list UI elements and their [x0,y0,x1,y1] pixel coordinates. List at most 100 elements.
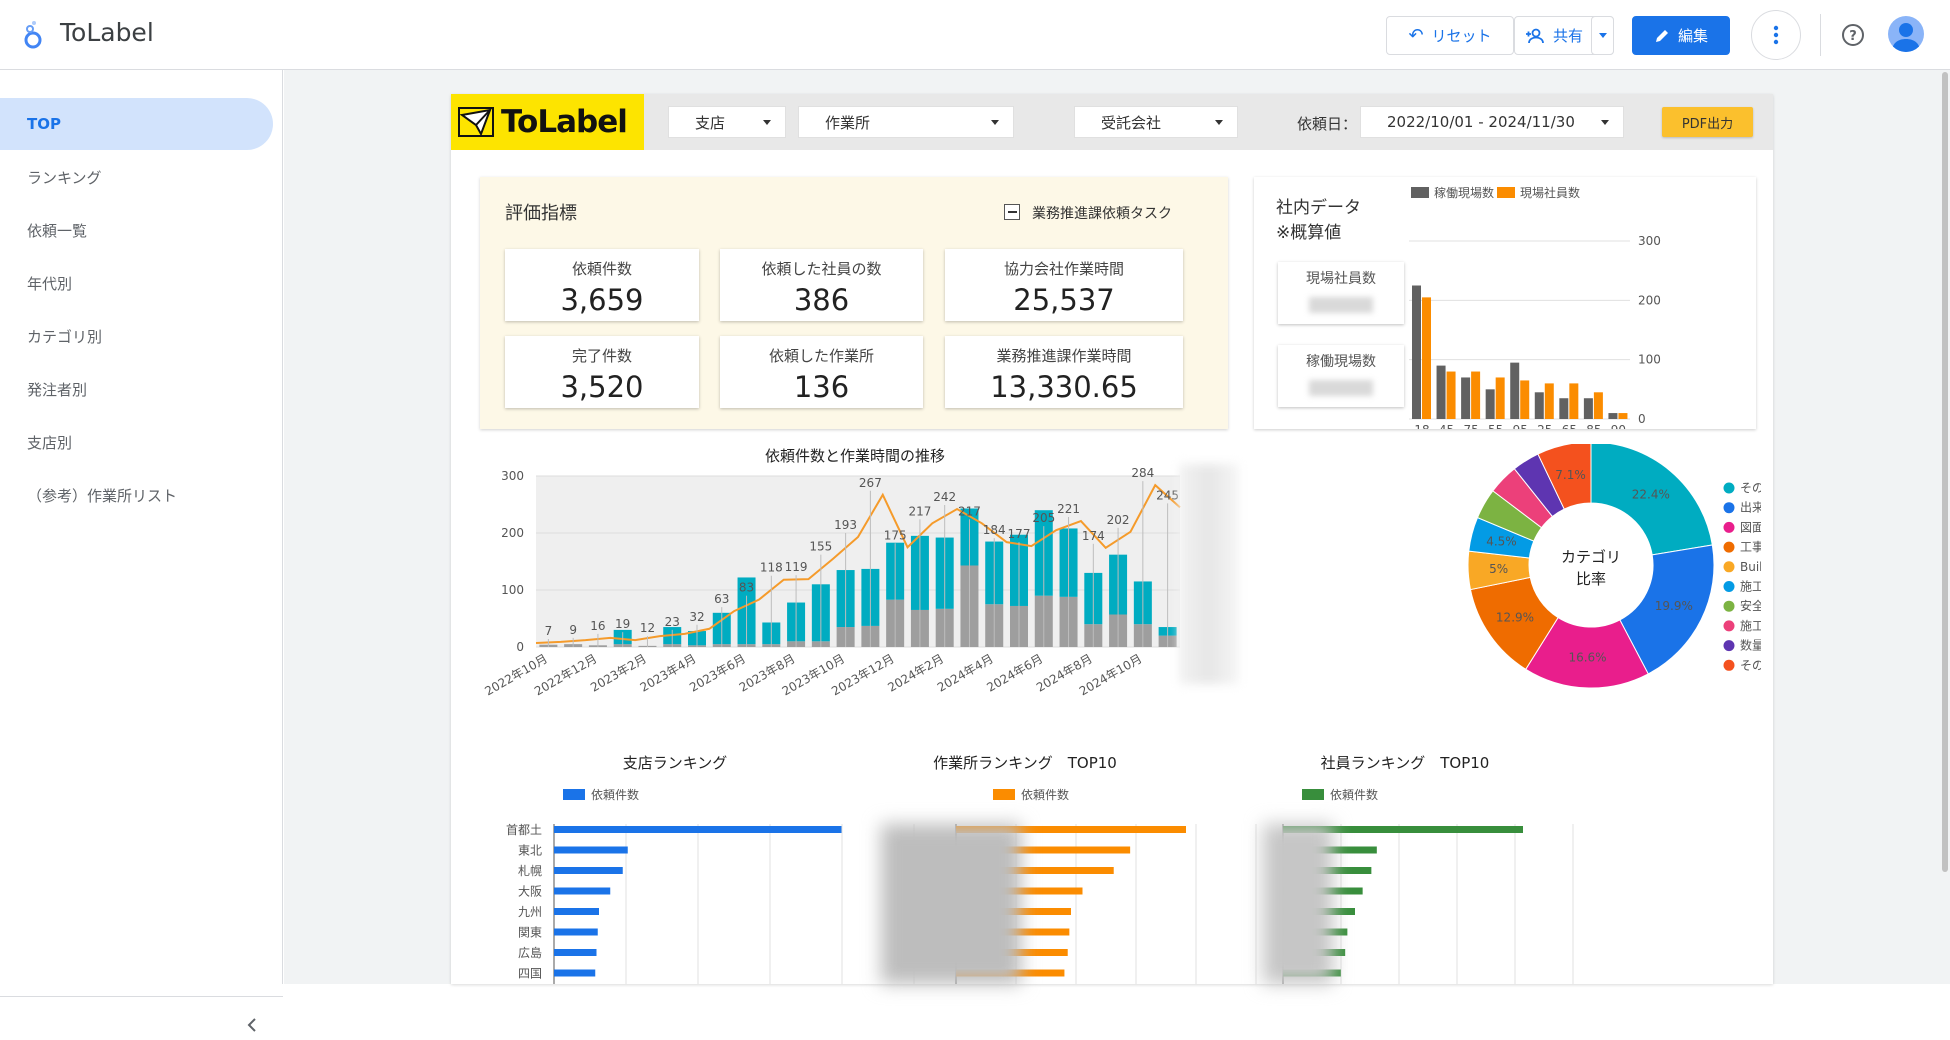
ranking-charts: 支店ランキング依頼件数首都土東北札幌大阪九州関東広島四国 作業所ランキング TOP… [506,754,1574,984]
more-menu-button[interactable] [1751,10,1801,60]
edit-button[interactable]: 編集 [1632,16,1730,55]
sidebar-divider [0,996,283,997]
branch-filter[interactable]: 支店 [668,106,786,138]
data-label: 177 [1008,527,1031,541]
data-label: 63 [714,592,729,606]
slice-label: 5% [1489,562,1508,576]
svg-text:?: ? [1849,29,1857,44]
app-name: ToLabel [60,18,154,47]
kpi-value: 136 [793,370,850,404]
data-label: 245 [1156,488,1179,502]
kpi-label: 業務推進課作業時間 [996,347,1132,365]
contractor-filter[interactable]: 受託会社 [1074,106,1238,138]
caret-down-icon [763,120,771,125]
kpi-value: 386 [793,283,850,317]
data-label: 118 [760,561,783,575]
legend-label: その他書類作成 [1740,481,1761,495]
legend-swatch [1302,789,1324,800]
legend-swatch [993,789,1015,800]
x-tick-label: 75 [1463,423,1478,429]
redacted-value [1309,380,1373,396]
account-avatar[interactable] [1888,16,1924,52]
reset-label: リセット [1431,27,1492,45]
indeterminate-icon [1007,211,1017,213]
date-range-filter[interactable]: 2022/10/01 - 2024/11/30 [1360,106,1624,138]
y-tick-right: 0 [1638,412,1646,426]
slice-label: 4.5% [1486,535,1517,549]
collapse-sidebar-button[interactable] [240,1010,264,1040]
add-person-icon [1526,28,1544,43]
pdf-export-button[interactable]: PDF出力 [1662,107,1753,137]
slice-label: 19.9% [1655,599,1693,613]
internal-data-chart: 稼働現場数現場社員数020406001002003001845755595256… [1409,185,1661,429]
sidebar-item-label: 依頼一覧 [27,221,88,240]
site-filter[interactable]: 作業所 [798,106,1014,138]
bar-site-staff [1471,371,1481,419]
legend-label: 工事写真 [1740,540,1761,554]
sidebar-item-top[interactable]: TOP [0,98,273,150]
sidebar-item-by-requester[interactable]: 発注者別 [0,363,273,415]
y-tick-label: 0 [516,640,524,654]
date-range-value: 2022/10/01 - 2024/11/30 [1387,113,1575,131]
kpi-card-employees: 依頼した社員の数 386 [720,249,923,321]
ranking-category: 札幌 [518,863,542,878]
sidebar-item-request-list[interactable]: 依頼一覧 [0,204,273,256]
task-toggle-checkbox[interactable] [1004,204,1020,220]
looker-studio-logo-icon [24,21,42,49]
bar-active-sites [1461,377,1471,419]
bar-active-sites [1510,362,1520,419]
ranking-bar [554,969,596,977]
caret-down-icon [1601,120,1609,125]
plot-background [536,476,1180,647]
help-button[interactable]: ? [1840,22,1866,48]
legend-dot [1723,620,1735,632]
data-label: 23 [665,615,680,629]
y-tick-right: 300 [1638,234,1661,248]
sidebar-item-label: 発注者別 [27,380,88,399]
share-dropdown-button[interactable] [1591,16,1614,55]
data-label: 217 [958,504,981,518]
ranking-bar [554,846,628,854]
sidebar-item-ranking[interactable]: ランキング [0,151,273,203]
site-names-redacted [881,824,1021,984]
data-label: 193 [834,518,857,532]
brand-logo: ToLabel [451,94,644,150]
bar-site-staff [1520,380,1530,419]
sidebar-item-by-branch[interactable]: 支店別 [0,416,273,468]
x-tick-label: 18 [1414,423,1429,429]
data-label: 83 [739,581,754,595]
scrollbar-thumb[interactable] [1942,72,1948,872]
task-toggle-label: 業務推進課依頼タスク [1032,206,1172,222]
data-label: 9 [569,623,577,637]
ranking-category: 関東 [518,926,542,940]
sidebar-item-by-age[interactable]: 年代別 [0,257,273,309]
app-header: ToLabel ↶ リセット 共有 編集 ? [0,0,1950,70]
bar-active-sites [1559,398,1569,419]
bar-site-staff [1618,413,1628,419]
kpi-value: 25,537 [1013,283,1115,317]
ranking-category: 首都土 [506,823,542,837]
data-label: 221 [1057,502,1080,516]
redacted-value [1309,297,1373,313]
kpi-card-sites: 依頼した作業所 136 [720,336,923,408]
ranking-category: 東北 [518,844,542,858]
x-tick-label: 45 [1439,423,1454,429]
legend-label: 施工体制台帳 [1740,618,1761,633]
reset-button[interactable]: ↶ リセット [1386,16,1514,55]
legend-label: 図面関連 [1740,520,1761,534]
kpi-title: 評価指標 [505,203,577,224]
caret-down-icon [1215,120,1223,125]
ranking-category: 大阪 [518,885,542,899]
sidebar-item-by-category[interactable]: カテゴリ別 [0,310,273,362]
x-tick-label: 25 [1537,423,1552,429]
x-tick-label: 90 [1611,423,1626,429]
ranking-bar [554,908,599,915]
ranking-title: 支店ランキング [623,754,728,772]
sidebar-item-site-list[interactable]: （参考）作業所リスト [0,469,273,521]
legend-label: 依頼件数 [1021,787,1069,802]
slice-label: 16.6% [1568,650,1606,664]
kpi-card-requests: 依頼件数 3,659 [505,249,699,321]
kpi-label: 依頼した作業所 [768,347,874,365]
kpi-card-dept-hours: 業務推進課作業時間 13,330.65 [945,336,1183,408]
active-sites-card: 稼働現場数 [1278,345,1404,407]
